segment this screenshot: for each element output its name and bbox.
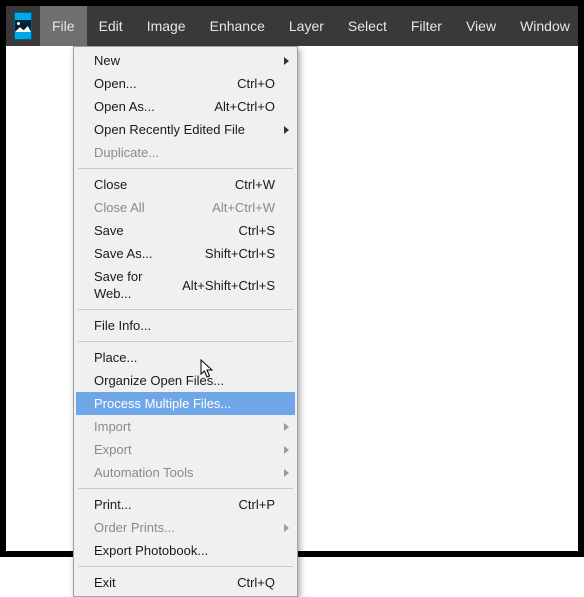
file-menu-open-recently-edited-file[interactable]: Open Recently Edited File — [76, 118, 295, 141]
file-menu-process-multiple-files[interactable]: Process Multiple Files... — [76, 392, 295, 415]
menu-item-label: Export Photobook... — [94, 542, 208, 559]
file-menu-order-prints: Order Prints... — [76, 516, 295, 539]
file-menu-automation-tools: Automation Tools — [76, 461, 295, 484]
menu-item-label: Save As... — [94, 245, 153, 262]
file-menu-open[interactable]: Open... Ctrl+O — [76, 72, 295, 95]
file-menu-place[interactable]: Place... — [76, 346, 295, 369]
menu-item-label: Close All — [94, 199, 145, 216]
file-menu-export: Export — [76, 438, 295, 461]
menu-item-shortcut: Ctrl+O — [225, 75, 275, 92]
menu-edit[interactable]: Edit — [87, 6, 135, 46]
menu-separator — [78, 309, 293, 310]
menu-item-label: Save for Web... — [94, 268, 170, 302]
menu-item-shortcut: Alt+Ctrl+W — [200, 199, 275, 216]
menu-item-shortcut: Ctrl+Q — [225, 574, 275, 591]
menu-item-label: New — [94, 52, 120, 69]
menu-item-label: Open Recently Edited File — [94, 121, 245, 138]
menu-item-shortcut: Alt+Ctrl+O — [202, 98, 275, 115]
menu-enhance[interactable]: Enhance — [198, 6, 277, 46]
window-inner: File Edit Image Enhance Layer Select Fil… — [6, 6, 578, 551]
menu-item-label: Open As... — [94, 98, 155, 115]
file-menu-new[interactable]: New — [76, 49, 295, 72]
menu-item-label: Export — [94, 441, 132, 458]
submenu-arrow-icon — [284, 524, 289, 532]
menu-separator — [78, 168, 293, 169]
menu-separator — [78, 488, 293, 489]
menu-item-shortcut: Ctrl+W — [223, 176, 275, 193]
photo-icon — [15, 20, 31, 32]
submenu-arrow-icon — [284, 57, 289, 65]
file-menu-save-for-web[interactable]: Save for Web...Alt+Shift+Ctrl+S — [76, 265, 295, 305]
file-menu-close[interactable]: Close Ctrl+W — [76, 173, 295, 196]
menu-filter[interactable]: Filter — [399, 6, 454, 46]
menu-separator — [78, 566, 293, 567]
menu-item-shortcut: Shift+Ctrl+S — [193, 245, 275, 262]
menu-item-label: Duplicate... — [94, 144, 159, 161]
menu-item-label: Close — [94, 176, 127, 193]
menu-item-label: Import — [94, 418, 131, 435]
menu-item-shortcut: Alt+Shift+Ctrl+S — [170, 277, 275, 294]
app-icon[interactable] — [14, 12, 32, 40]
menu-item-label: Place... — [94, 349, 137, 366]
menu-view[interactable]: View — [454, 6, 508, 46]
file-menu-file-info[interactable]: File Info... — [76, 314, 295, 337]
menu-item-label: Organize Open Files... — [94, 372, 224, 389]
menu-item-label: Automation Tools — [94, 464, 194, 481]
file-menu-import: Import — [76, 415, 295, 438]
submenu-arrow-icon — [284, 423, 289, 431]
menu-select[interactable]: Select — [336, 6, 399, 46]
file-menu-duplicate: Duplicate... — [76, 141, 295, 164]
menu-item-label: Save — [94, 222, 124, 239]
file-menu-open-as[interactable]: Open As... Alt+Ctrl+O — [76, 95, 295, 118]
menu-item-label: Open... — [94, 75, 137, 92]
menu-item-label: Print... — [94, 496, 132, 513]
file-menu-exit[interactable]: Exit Ctrl+Q — [76, 571, 295, 594]
menu-window[interactable]: Window — [508, 6, 582, 46]
window-frame: File Edit Image Enhance Layer Select Fil… — [0, 0, 584, 557]
file-menu-close-all: Close All Alt+Ctrl+W — [76, 196, 295, 219]
submenu-arrow-icon — [284, 469, 289, 477]
submenu-arrow-icon — [284, 446, 289, 454]
file-menu-organize-open-files[interactable]: Organize Open Files... — [76, 369, 295, 392]
file-menu-export-photobook[interactable]: Export Photobook... — [76, 539, 295, 562]
menu-item-shortcut: Ctrl+S — [227, 222, 275, 239]
menu-item-label: File Info... — [94, 317, 151, 334]
menu-image[interactable]: Image — [135, 6, 198, 46]
menu-separator — [78, 341, 293, 342]
menubar: File Edit Image Enhance Layer Select Fil… — [6, 6, 578, 46]
menu-item-shortcut: Ctrl+P — [227, 496, 275, 513]
file-menu-print[interactable]: Print... Ctrl+P — [76, 493, 295, 516]
menu-item-label: Order Prints... — [94, 519, 175, 536]
menu-item-label: Exit — [94, 574, 116, 591]
file-menu-save[interactable]: Save Ctrl+S — [76, 219, 295, 242]
submenu-arrow-icon — [284, 126, 289, 134]
file-dropdown: NewOpen...Ctrl+OOpen As...Alt+Ctrl+OOpen… — [73, 46, 298, 597]
file-menu-save-as[interactable]: Save As... Shift+Ctrl+S — [76, 242, 295, 265]
menu-item-label: Process Multiple Files... — [94, 395, 231, 412]
menu-file[interactable]: File — [40, 6, 87, 46]
menu-layer[interactable]: Layer — [277, 6, 336, 46]
